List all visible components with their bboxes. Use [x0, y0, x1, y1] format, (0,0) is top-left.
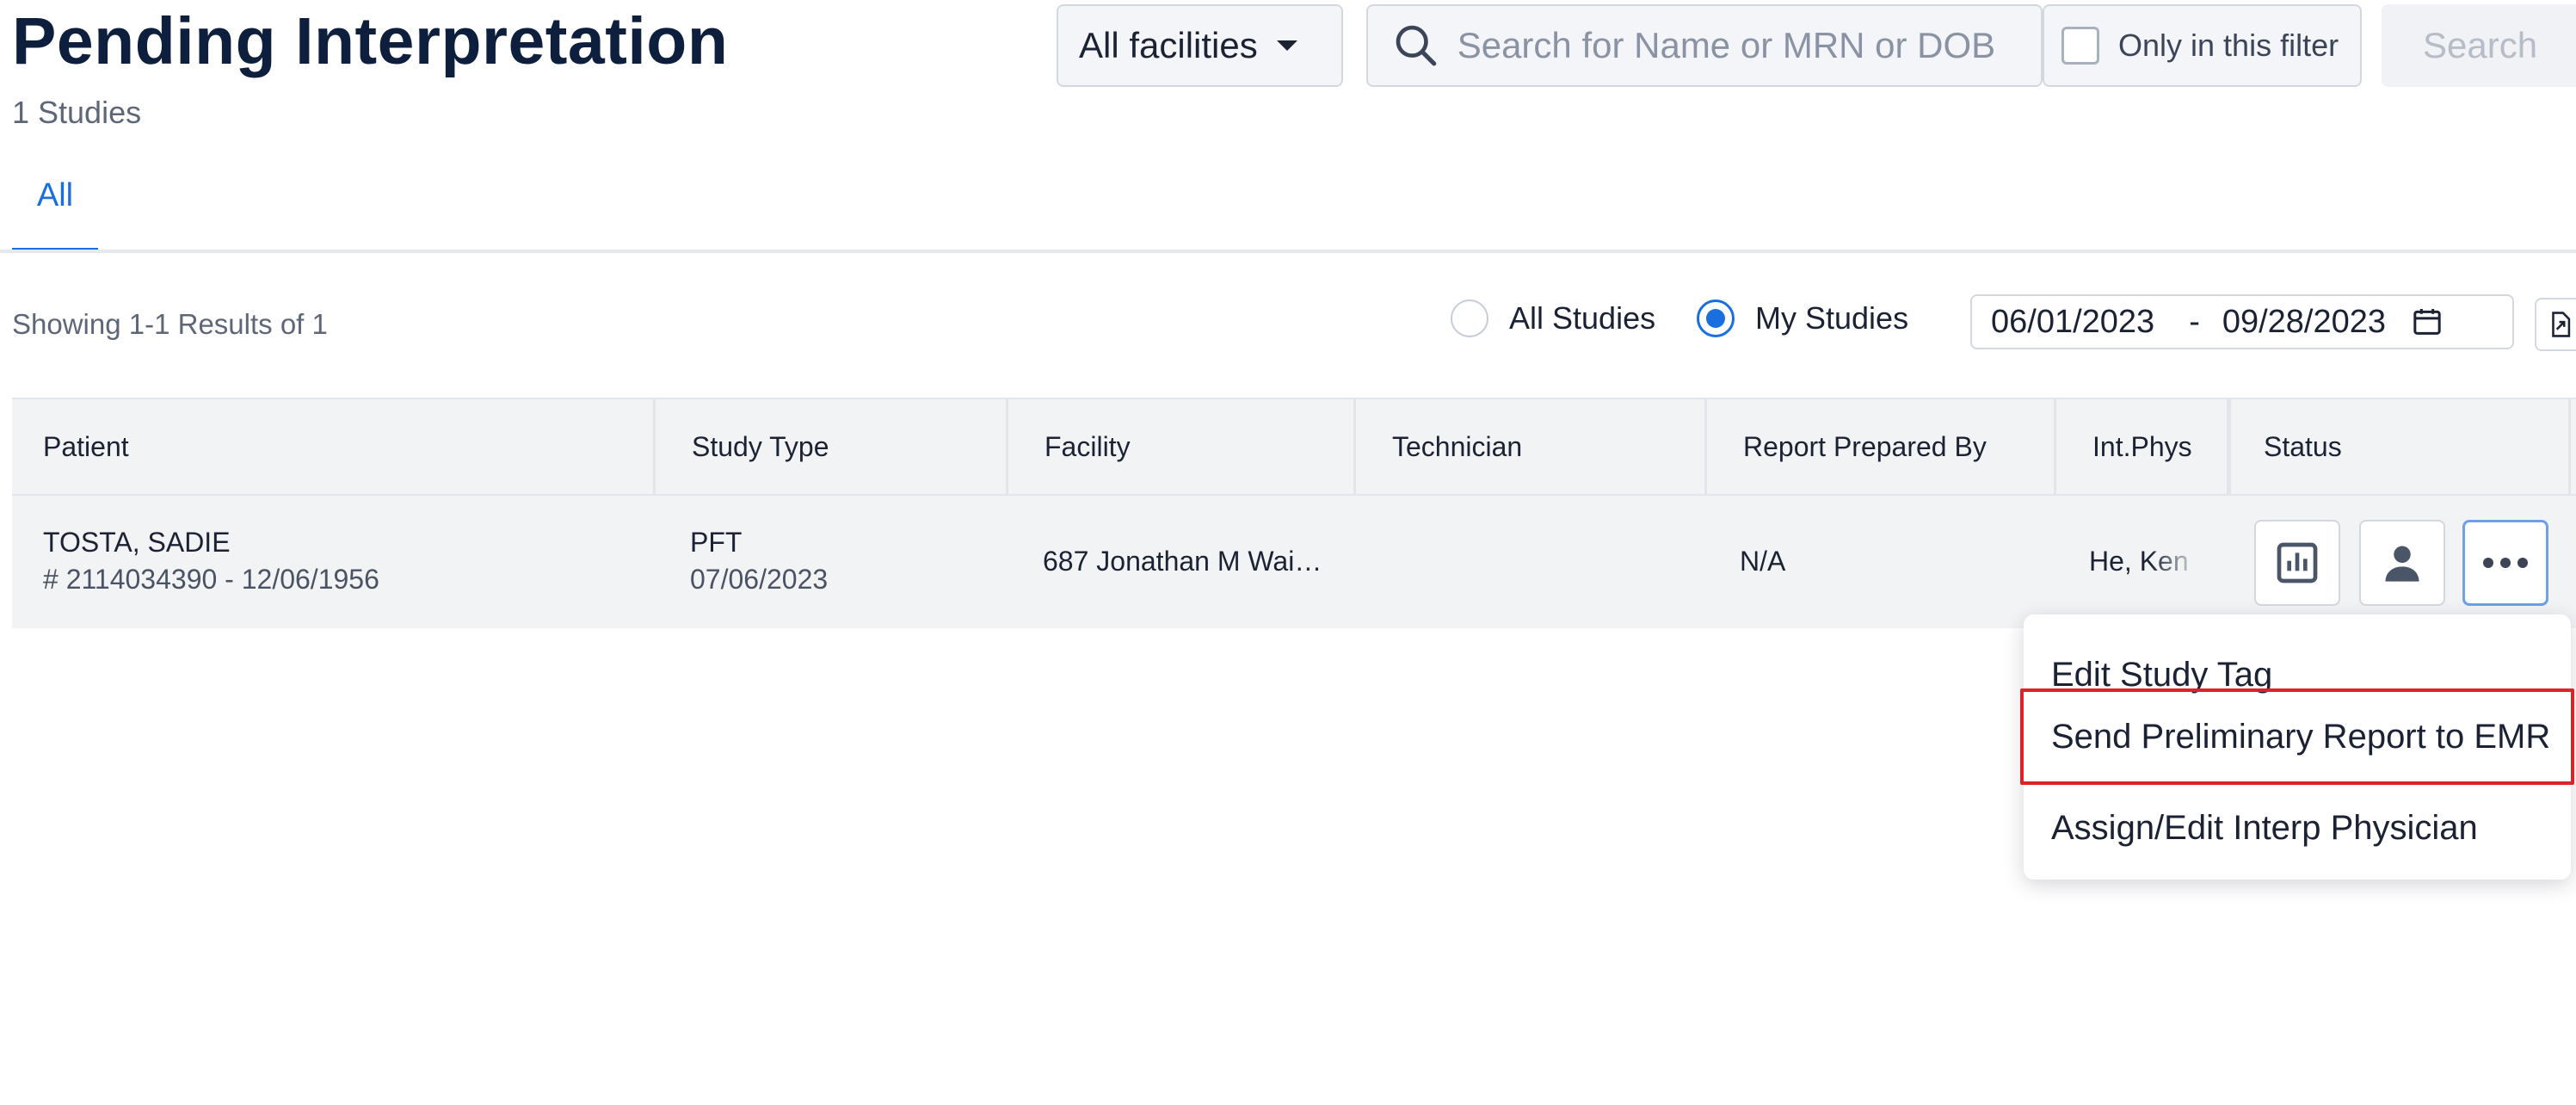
export-button[interactable] — [2535, 298, 2576, 351]
menu-item-send-preliminary-report[interactable]: Send Preliminary Report to EMR — [2020, 688, 2574, 785]
radio-button-selected[interactable] — [1697, 299, 1735, 337]
radio-all-studies[interactable]: All Studies — [1451, 299, 1655, 337]
tab-divider — [0, 250, 2576, 253]
menu-item-assign-interp-physician[interactable]: Assign/Edit Interp Physician — [2024, 787, 2571, 869]
studies-count: 1 Studies — [12, 95, 142, 130]
page-title: Pending Interpretation — [12, 4, 729, 78]
column-header-facility[interactable]: Facility — [1008, 399, 1356, 494]
date-from: 06/01/2023 — [1991, 303, 2155, 340]
study-type: PFT — [690, 527, 743, 558]
facility-select[interactable]: All facilities — [1057, 4, 1343, 87]
int-phys-cell: He, Ken — [2089, 546, 2189, 577]
tab-all[interactable]: All — [12, 160, 98, 253]
search-button[interactable]: Search — [2382, 4, 2576, 87]
radio-my-studies[interactable]: My Studies — [1697, 299, 1908, 337]
more-actions-menu: Edit Study Tag Send Preliminary Report t… — [2020, 614, 2574, 880]
table-row[interactable]: TOSTA, SADIE # 2114034390 - 12/06/1956 P… — [12, 496, 2576, 628]
facility-cell: 687 Jonathan M Wai… — [1043, 546, 1322, 577]
radio-all-studies-label: All Studies — [1509, 300, 1656, 336]
assign-physician-button[interactable] — [2359, 520, 2445, 606]
caret-down-icon — [1276, 40, 1297, 51]
chart-icon — [2277, 542, 2318, 583]
export-file-icon — [2552, 312, 2571, 337]
patient-mrn-dob: # 2114034390 - 12/06/1956 — [43, 564, 379, 595]
checkbox-box[interactable] — [2061, 27, 2099, 65]
column-header-patient[interactable]: Patient — [12, 399, 656, 494]
patient-cell: TOSTA, SADIE # 2114034390 - 12/06/1956 — [43, 527, 379, 596]
search-icon — [1396, 25, 1437, 66]
search-box[interactable] — [1366, 4, 2043, 87]
column-header-report-prepared-by[interactable]: Report Prepared By — [1707, 399, 2056, 494]
date-separator: - — [2189, 303, 2200, 340]
more-icon — [2483, 558, 2528, 568]
radio-button[interactable] — [1451, 299, 1488, 337]
calendar-icon[interactable] — [2410, 305, 2444, 339]
person-icon — [2385, 546, 2419, 582]
table-header: Patient Study Type Facility Technician R… — [12, 398, 2576, 496]
view-report-button[interactable] — [2254, 520, 2340, 606]
radio-my-studies-label: My Studies — [1755, 300, 1909, 336]
column-header-status[interactable]: Status — [2227, 399, 2571, 494]
column-header-int-phys[interactable]: Int.Phys — [2056, 399, 2227, 494]
more-actions-button[interactable] — [2462, 520, 2548, 606]
report-prepared-by-cell: N/A — [1740, 546, 1786, 577]
study-date: 07/06/2023 — [690, 564, 829, 595]
date-range-picker[interactable]: 06/01/2023 - 09/28/2023 — [1970, 294, 2514, 349]
column-header-study-type[interactable]: Study Type — [656, 399, 1008, 494]
only-in-filter-label: Only in this filter — [2118, 28, 2339, 63]
search-input[interactable] — [1455, 24, 2041, 67]
patient-name: TOSTA, SADIE — [43, 527, 231, 558]
results-summary: Showing 1-1 Results of 1 — [12, 308, 328, 340]
facility-select-label: All facilities — [1079, 25, 1258, 65]
only-in-filter-checkbox[interactable]: Only in this filter — [2043, 4, 2362, 87]
column-header-technician[interactable]: Technician — [1356, 399, 1707, 494]
date-to: 09/28/2023 — [2222, 303, 2387, 340]
study-type-cell: PFT 07/06/2023 — [690, 527, 828, 596]
